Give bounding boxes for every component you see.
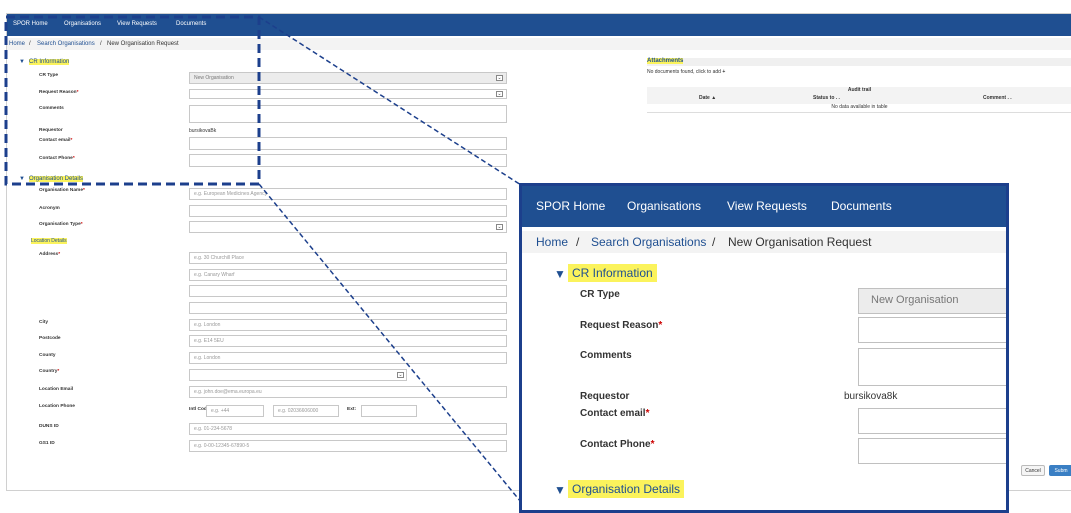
zoom-contact-email-input[interactable] [858, 408, 1006, 434]
zoom-nav-spor-home[interactable]: SPOR Home [536, 199, 605, 213]
zoom-breadcrumb: Home / Search Organisations / New Organi… [522, 231, 1006, 253]
zoom-requestor-value: bursikova8k [844, 391, 898, 402]
zoom-requestor-label: Requestor [580, 391, 630, 402]
zoom-source-rect [4, 15, 261, 186]
zoom-breadcrumb-sep: / [712, 235, 716, 249]
zoom-nav-view-requests[interactable]: View Requests [727, 199, 807, 213]
zoom-nav-organisations[interactable]: Organisations [627, 199, 701, 213]
zoom-panel: SPOR Home Organisations View Requests Do… [519, 183, 1009, 513]
callout-line-bottom [258, 183, 522, 502]
zoom-comments-textarea[interactable] [858, 348, 1006, 386]
caret-down-icon[interactable]: ▼ [554, 267, 566, 281]
callout-line-top [258, 16, 522, 186]
zoom-contact-phone-label: Contact Phone* [580, 439, 655, 450]
zoom-contact-phone-input[interactable] [858, 438, 1006, 464]
zoom-nav-documents[interactable]: Documents [831, 199, 892, 213]
zoom-contact-email-label: Contact email* [580, 408, 650, 419]
zoom-org-section-title[interactable]: Organisation Details [568, 480, 685, 498]
zoom-cr-section-title[interactable]: CR Information [568, 264, 657, 282]
zoom-navbar: SPOR Home Organisations View Requests Do… [522, 186, 1006, 227]
zoom-cr-type-label: CR Type [580, 289, 620, 300]
zoom-comments-label: Comments [580, 350, 632, 361]
zoom-cr-type-select[interactable]: New Organisation [858, 288, 1006, 314]
zoom-request-reason-label: Request Reason* [580, 320, 663, 331]
zoom-request-reason-select[interactable] [858, 317, 1006, 343]
zoom-breadcrumb-sep: / [576, 235, 580, 249]
zoom-breadcrumb-current: New Organisation Request [728, 235, 872, 249]
zoom-breadcrumb-search[interactable]: Search Organisations [591, 235, 706, 249]
caret-down-icon[interactable]: ▼ [554, 483, 566, 497]
zoom-breadcrumb-home[interactable]: Home [536, 235, 568, 249]
